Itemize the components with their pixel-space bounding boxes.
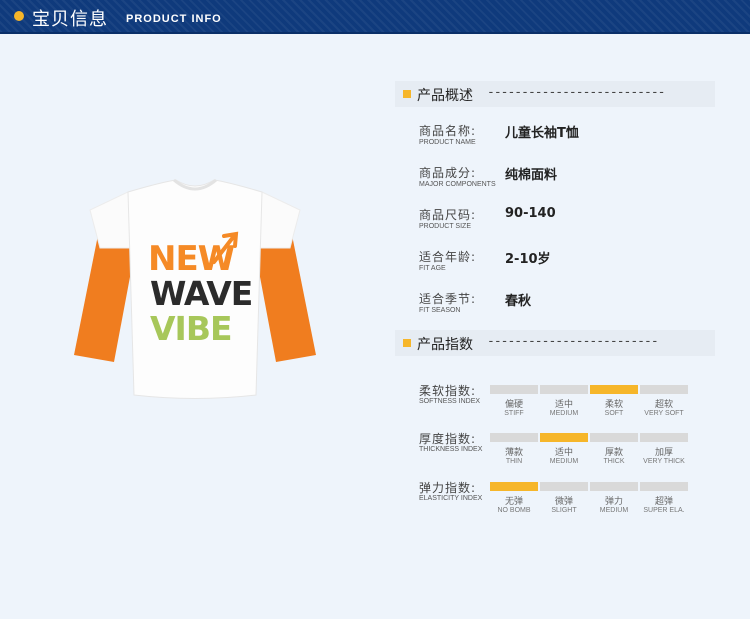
index-option-label-en: MEDIUM (549, 458, 579, 465)
index-option: 适中 MEDIUM (540, 433, 588, 465)
info-row-components: 商品成分: MAJOR COMPONENTS 纯棉面料 (419, 164, 719, 194)
index-option-label: 柔软 (604, 400, 623, 410)
index-option-label-en: SOFT (604, 410, 624, 417)
section-title: 宝贝信息 (32, 9, 108, 30)
index-key-en: THICKNESS INDEX (419, 446, 483, 453)
index-option-label-en: STIFF (504, 410, 524, 417)
info-key-en: MAJOR COMPONENTS (419, 181, 496, 188)
index-option-label: 薄款 (504, 448, 523, 458)
index-key-en: ELASTICITY INDEX (419, 495, 483, 502)
info-key: 商品成分: (419, 166, 477, 180)
info-value: 春秋 (505, 294, 532, 309)
info-row-size: 商品尺码: PRODUCT SIZE 90-140 (419, 206, 719, 236)
index-scale: 薄款 THIN 适中 MEDIUM 厚款 THICK 加厚 VERY THICK (490, 433, 690, 473)
info-key: 商品名称: (419, 124, 477, 138)
overview-title: 产品概述 (417, 88, 473, 104)
index-bar (490, 385, 538, 394)
info-key-en: PRODUCT SIZE (419, 223, 471, 230)
index-option-label: 适中 (554, 400, 573, 410)
index-option: 加厚 VERY THICK (640, 433, 688, 465)
index-option-label-en: VERY SOFT (644, 410, 684, 417)
index-bar (640, 482, 688, 491)
bullet-square-icon (403, 90, 411, 98)
index-option-label: 加厚 (654, 448, 673, 458)
index-option: 适中 MEDIUM (540, 385, 588, 417)
index-key: 弹力指数: (419, 481, 477, 495)
index-key: 厚度指数: (419, 432, 477, 446)
bullet-dot-icon (14, 11, 24, 21)
index-bar (640, 385, 688, 394)
index-bar-selected (490, 482, 538, 491)
info-key: 适合季节: (419, 292, 477, 306)
print-line-1: NEW (148, 239, 235, 279)
divider-dashes: ------------------------- (487, 334, 659, 349)
info-key: 适合年龄: (419, 250, 477, 264)
index-option-label-en: SUPER ELA. (643, 507, 685, 514)
index-option: 薄款 THIN (490, 433, 538, 465)
index-option-label: 超软 (654, 400, 673, 410)
index-row: 弹力指数: ELASTICITY INDEX 无弹 NO BOMB 微弹 SLIGHT 弹力… (419, 479, 719, 523)
index-option-label-en: THIN (505, 458, 523, 465)
info-value: 2-10岁 (505, 252, 551, 267)
indices-section-header: 产品指数 ------------------------- (395, 330, 715, 356)
index-option-label: 超弹 (654, 497, 673, 507)
index-bar (540, 385, 588, 394)
divider-dashes: -------------------------- (487, 85, 665, 100)
index-option: 偏硬 STIFF (490, 385, 538, 417)
index-option-label: 偏硬 (504, 400, 523, 410)
index-option-label: 无弹 (504, 497, 523, 507)
info-row-name: 商品名称: PRODUCT NAME 儿童长袖T恤 (419, 122, 719, 152)
info-row-season: 适合季节: FIT SEASON 春秋 (419, 290, 719, 320)
index-scale: 偏硬 STIFF 适中 MEDIUM 柔软 SOFT 超软 VERY SOFT (490, 385, 690, 425)
index-option-label-en: MEDIUM (549, 410, 579, 417)
section-subtitle: PRODUCT INFO (126, 13, 222, 25)
index-bar (540, 482, 588, 491)
index-row: 厚度指数: THICKNESS INDEX 薄款 THIN 适中 MEDIUM 厚款 THIC… (419, 430, 719, 474)
info-value: 90-140 (505, 206, 556, 221)
indices-title: 产品指数 (417, 337, 473, 353)
index-option-label: 厚款 (604, 448, 623, 458)
index-option-label-en: THICK (603, 458, 625, 465)
index-row: 柔软指数: SOFTNESS INDEX 偏硬 STIFF 适中 MEDIUM 柔软 SOFT… (419, 382, 719, 426)
index-option: 厚款 THICK (590, 433, 638, 465)
print-line-2: WAVE (150, 274, 252, 313)
index-option: 无弹 NO BOMB (490, 482, 538, 514)
index-bar (490, 433, 538, 442)
index-option-label: 适中 (554, 448, 573, 458)
index-key-en: SOFTNESS INDEX (419, 398, 481, 405)
section-header-bar: 宝贝信息 PRODUCT INFO (0, 0, 750, 34)
index-option: 柔软 SOFT (590, 385, 638, 417)
info-row-age: 适合年龄: FIT AGE 2-10岁 (419, 248, 719, 278)
info-key-en: PRODUCT NAME (419, 139, 476, 146)
index-bar-selected (540, 433, 588, 442)
index-option: 微弹 SLIGHT (540, 482, 588, 514)
index-option-label-en: SLIGHT (551, 507, 577, 514)
index-bar (590, 433, 638, 442)
index-option-label-en: VERY THICK (643, 458, 685, 465)
info-key: 商品尺码: (419, 208, 477, 222)
info-value: 纯棉面料 (505, 168, 558, 183)
index-key: 柔软指数: (419, 384, 477, 398)
info-key-en: FIT SEASON (419, 307, 461, 314)
index-option-label: 弹力 (604, 497, 623, 507)
info-value: 儿童长袖T恤 (505, 126, 579, 141)
index-option: 弹力 MEDIUM (590, 482, 638, 514)
index-option-label: 微弹 (554, 497, 573, 507)
bullet-square-icon (403, 339, 411, 347)
index-scale: 无弹 NO BOMB 微弹 SLIGHT 弹力 MEDIUM 超弹 SUPER ELA. (490, 482, 690, 522)
index-option-label-en: MEDIUM (599, 507, 629, 514)
index-bar-selected (590, 385, 638, 394)
index-option: 超弹 SUPER ELA. (640, 482, 688, 514)
index-bar (590, 482, 638, 491)
overview-section-header: 产品概述 -------------------------- (395, 81, 715, 107)
index-option: 超软 VERY SOFT (640, 385, 688, 417)
print-line-3: VIBE (150, 309, 232, 348)
index-bar (640, 433, 688, 442)
index-option-label-en: NO BOMB (497, 507, 531, 514)
tshirt-illustration: NEW WAVE VIBE (74, 178, 316, 399)
info-key-en: FIT AGE (419, 265, 446, 272)
